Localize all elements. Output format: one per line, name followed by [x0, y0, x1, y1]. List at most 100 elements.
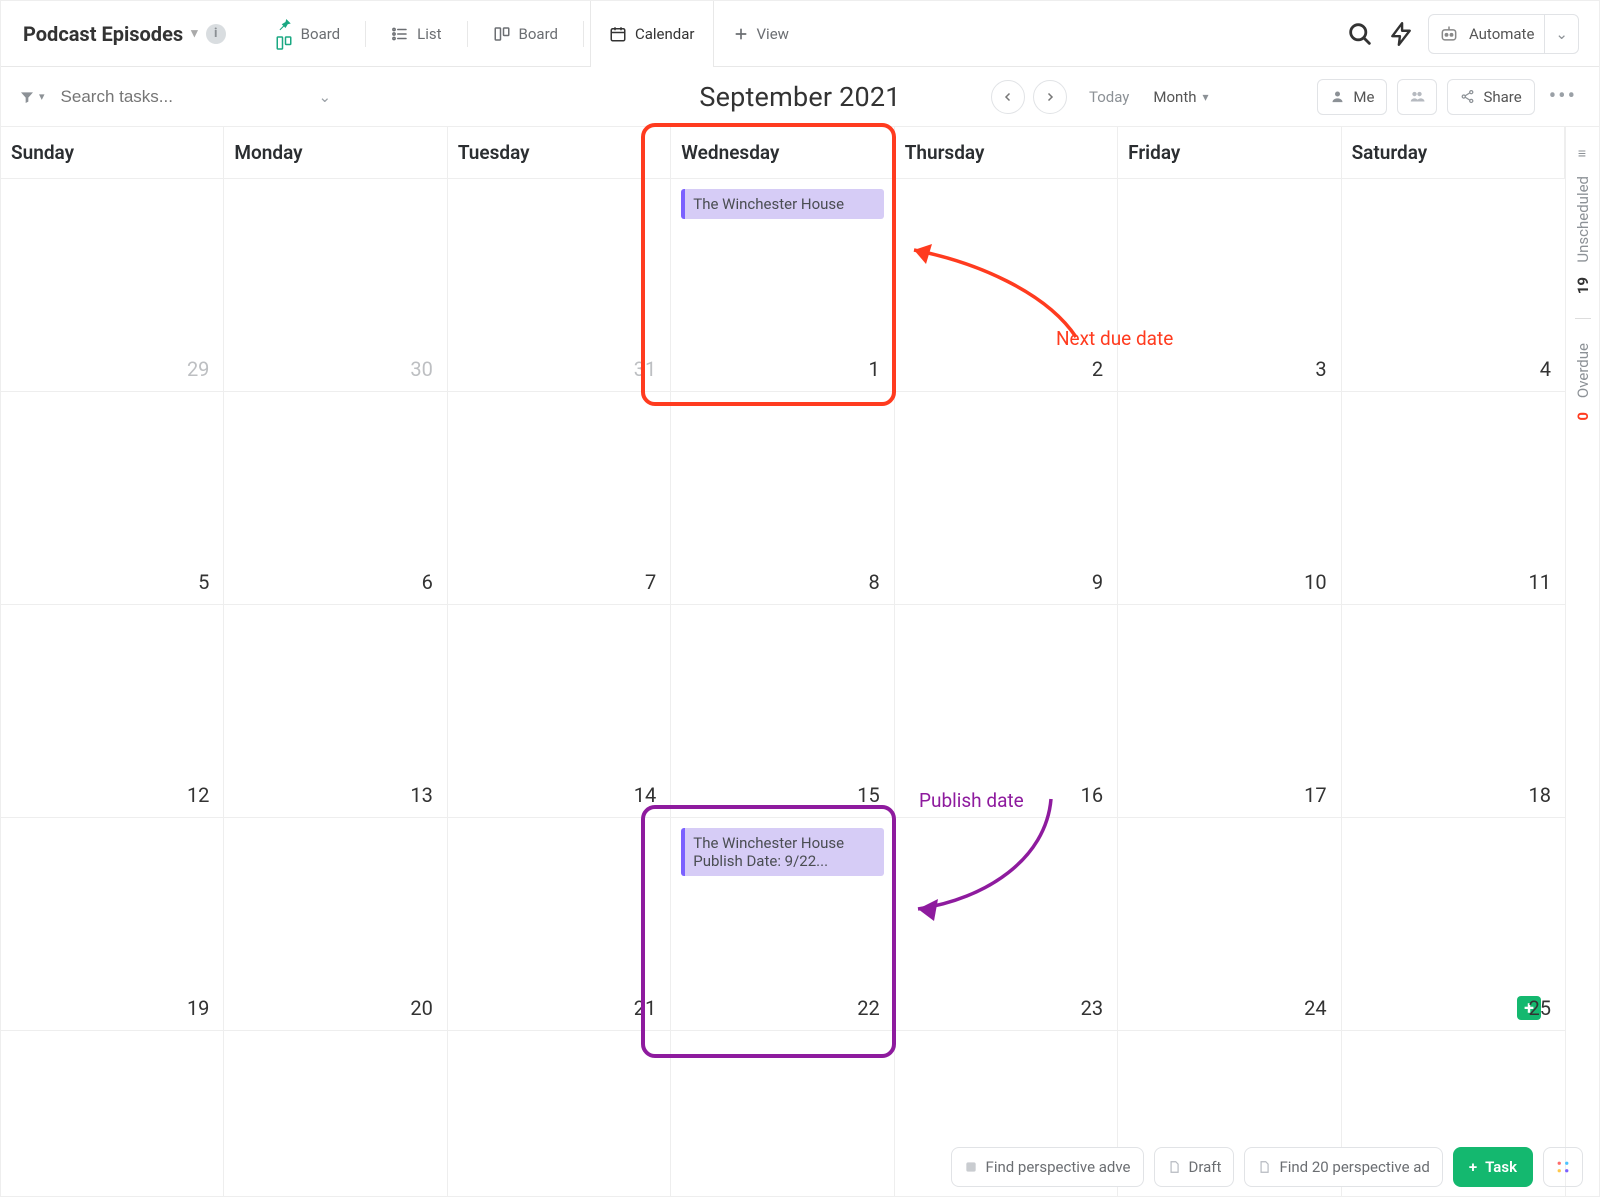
prev-month-button[interactable] [991, 80, 1025, 114]
calendar-event[interactable]: The Winchester House [681, 189, 883, 219]
me-filter-button[interactable]: Me [1317, 79, 1387, 115]
calendar-cell[interactable]: 15 [671, 605, 894, 818]
tab-label: Board [519, 25, 558, 43]
tab-view[interactable]: View [714, 1, 808, 66]
date-number: 23 [1081, 996, 1103, 1020]
more-menu-button[interactable]: ••• [1545, 84, 1581, 109]
info-icon[interactable]: i [206, 24, 226, 44]
calendar-cell[interactable]: 12 [1, 605, 224, 818]
next-month-button[interactable] [1033, 80, 1067, 114]
search-input[interactable] [59, 86, 279, 108]
calendar-cell[interactable]: The Winchester House 1 [671, 179, 894, 392]
new-task-button[interactable]: +Task [1453, 1147, 1533, 1187]
share-button[interactable]: Share [1447, 79, 1534, 115]
dow-header: Tuesday [448, 127, 671, 179]
dow-header: Monday [224, 127, 447, 179]
apps-button[interactable] [1543, 1147, 1583, 1187]
task-status-icon [1257, 1159, 1271, 1175]
calendar-cell[interactable]: 23 [895, 818, 1118, 1031]
calendar-cell[interactable]: 2 [895, 179, 1118, 392]
space-name[interactable]: Podcast Episodes ▾ i [13, 22, 236, 46]
calendar-cell[interactable]: 13 [224, 605, 447, 818]
month-title: September 2021 [699, 81, 900, 113]
calendar-cell[interactable]: 7 [448, 392, 671, 605]
date-number: 25 [1529, 996, 1551, 1020]
dow-header: Friday [1118, 127, 1341, 179]
calendar-cell[interactable]: 21 [448, 818, 671, 1031]
date-number: 7 [645, 570, 656, 594]
calendar-cell[interactable]: 17 [1118, 605, 1341, 818]
task-btn-label: Task [1485, 1158, 1517, 1176]
people-filter-button[interactable] [1397, 79, 1437, 115]
calendar-cell[interactable]: 6 [224, 392, 447, 605]
dow-header: Wednesday [671, 127, 894, 179]
date-number: 4 [1540, 357, 1551, 381]
bolt-icon[interactable] [1388, 21, 1414, 47]
space-name-text: Podcast Episodes [23, 22, 183, 46]
chevron-down-icon: ▾ [39, 90, 45, 103]
chevron-down-icon: ▾ [1203, 90, 1209, 104]
date-number: 30 [410, 357, 432, 381]
event-subtitle: Publish Date: 9/22... [693, 852, 875, 870]
calendar-cell[interactable]: 11 [1342, 392, 1565, 605]
task-status-icon [964, 1160, 978, 1174]
tab-list[interactable]: List [372, 1, 460, 66]
date-number: 29 [187, 357, 209, 381]
today-button[interactable]: Today [1089, 88, 1129, 106]
plus-icon [733, 26, 749, 42]
date-number: 2 [1092, 357, 1103, 381]
board-icon [275, 16, 293, 52]
calendar-cell[interactable]: 5 [1, 392, 224, 605]
date-number: 17 [1304, 783, 1326, 807]
date-number: 1 [868, 357, 879, 381]
calendar-cell[interactable]: 20 [224, 818, 447, 1031]
tab-calendar[interactable]: Calendar [590, 1, 714, 66]
tray-task-chip[interactable]: Find perspective adve [951, 1147, 1144, 1187]
calendar-event[interactable]: The Winchester HousePublish Date: 9/22..… [681, 828, 883, 876]
side-gutter[interactable]: ≡ Unscheduled 19 Overdue 0 [1565, 127, 1599, 1197]
date-number: 9 [1092, 570, 1103, 594]
calendar-cell[interactable]: 24 [1118, 818, 1341, 1031]
date-number: 31 [634, 357, 656, 381]
filter-button[interactable]: ▾ [19, 89, 45, 105]
calendar-cell[interactable]: 18 [1342, 605, 1565, 818]
bottom-tray: Find perspective adve Draft Find 20 perspe… [1, 1138, 1599, 1196]
tab-board[interactable]: Board [474, 1, 577, 66]
tray-task-chip[interactable]: Find 20 perspective ad [1244, 1147, 1442, 1187]
view-tabs: BoardListBoardCalendarView [256, 1, 808, 66]
calendar-cell[interactable]: +25 [1342, 818, 1565, 1031]
tray-task-label: Find perspective adve [986, 1158, 1131, 1176]
automate-button[interactable]: Automate ⌄ [1428, 14, 1579, 54]
search-icon[interactable] [1346, 20, 1374, 48]
task-status-icon [1167, 1159, 1181, 1175]
tray-task-chip[interactable]: Draft [1154, 1147, 1235, 1187]
calendar-cell[interactable]: 19 [1, 818, 224, 1031]
calendar-cell[interactable]: 29 [1, 179, 224, 392]
calendar-cell[interactable]: 16 [895, 605, 1118, 818]
unscheduled-label: Unscheduled [1574, 176, 1592, 263]
calendar-cell[interactable]: 8 [671, 392, 894, 605]
calendar-cell[interactable]: 31 [448, 179, 671, 392]
calendar-cell[interactable]: 10 [1118, 392, 1341, 605]
tray-task-label: Find 20 perspective ad [1279, 1158, 1429, 1176]
tab-board[interactable]: Board [256, 1, 359, 66]
dow-header: Saturday [1342, 127, 1565, 179]
chevron-down-icon[interactable]: ⌄ [319, 88, 332, 106]
calendar-cell[interactable]: 30 [224, 179, 447, 392]
calendar-cell[interactable]: 14 [448, 605, 671, 818]
calendar-cell[interactable]: 3 [1118, 179, 1341, 392]
chevron-down-icon: ▾ [191, 26, 198, 41]
calendar-cell[interactable]: 9 [895, 392, 1118, 605]
period-selector[interactable]: Month ▾ [1153, 88, 1208, 106]
tray-task-label: Draft [1189, 1158, 1222, 1176]
calendar-cell[interactable]: 4 [1342, 179, 1565, 392]
date-number: 18 [1529, 783, 1551, 807]
drag-handle-icon[interactable]: ≡ [1578, 145, 1587, 162]
date-number: 6 [422, 570, 433, 594]
date-number: 8 [868, 570, 879, 594]
board-icon [493, 25, 511, 43]
unscheduled-count: 19 [1574, 277, 1592, 294]
list-icon [391, 25, 409, 43]
event-title: The Winchester House [693, 834, 844, 852]
calendar-cell[interactable]: The Winchester HousePublish Date: 9/22..… [671, 818, 894, 1031]
